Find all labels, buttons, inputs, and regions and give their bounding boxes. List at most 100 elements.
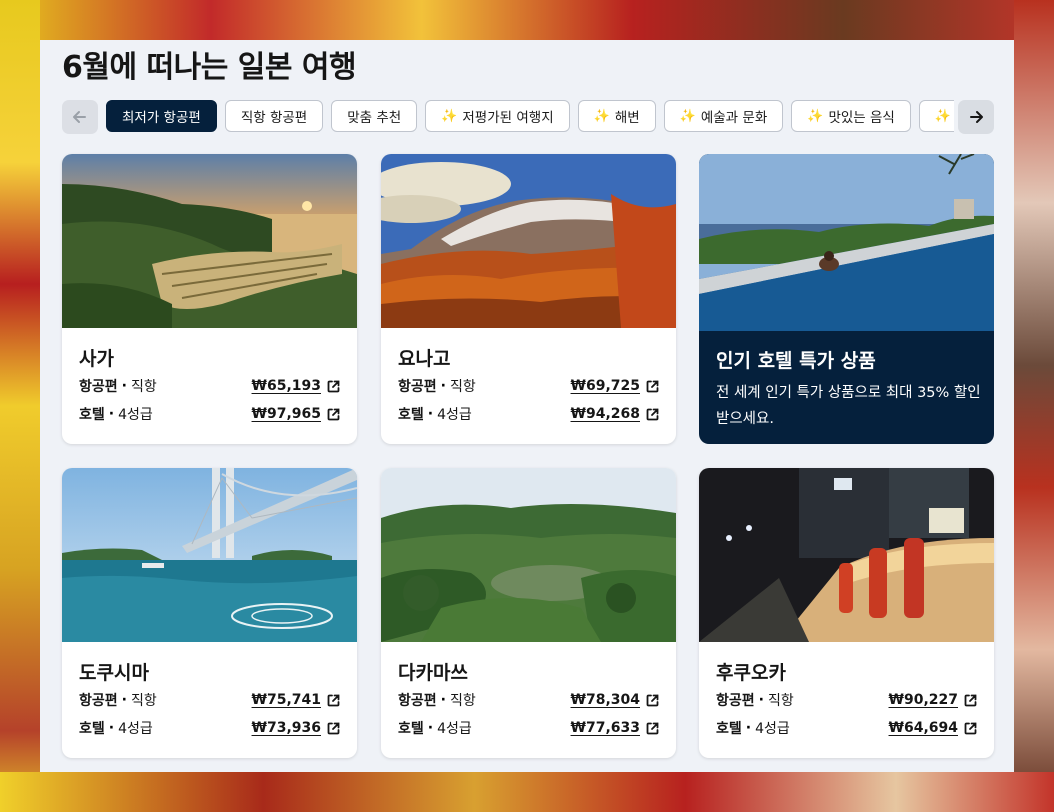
flight-price-link[interactable]: ₩75,741	[252, 692, 321, 708]
destination-image	[62, 468, 357, 642]
sparkle-icon: ✨	[807, 108, 824, 124]
filter-chip[interactable]: ✨ 해변	[577, 100, 656, 132]
external-link-icon[interactable]	[326, 721, 341, 736]
flight-row: 항공편 · 직항 ₩69,725	[398, 376, 660, 396]
filter-chip[interactable]: ✨ 맛있는 음식	[791, 100, 911, 132]
destination-name: 사가	[79, 348, 114, 370]
hotel-sub: 4성급	[755, 721, 790, 737]
destination-card-saga[interactable]: 사가 항공편 · 직항 ₩65,193 호텔 · 4성급 ₩97,965	[62, 154, 357, 444]
hotel-label: 호텔	[79, 721, 105, 737]
destination-name: 다카마쓰	[398, 662, 468, 684]
external-link-icon[interactable]	[645, 693, 660, 708]
filter-chip-label: 예술과 문화	[700, 110, 768, 126]
filter-chips: 최저가 항공편 직항 항공편 맞춤 추천 ✨ 저평가된 여행지 ✨ 해변 ✨ 예술과 문화 ✨ 맛있…	[106, 100, 954, 134]
sparkle-icon: ✨	[593, 108, 610, 124]
destination-image	[62, 154, 357, 328]
hotel-row: 호텔 · 4성급 ₩97,965	[79, 404, 341, 424]
flight-sub: 직항	[767, 693, 794, 709]
destination-card-tokushima[interactable]: 도쿠시마 항공편 · 직항 ₩75,741 호텔 · 4성급 ₩73,936	[62, 468, 357, 758]
destination-card-fukuoka[interactable]: 후쿠오카 항공편 · 직항 ₩90,227 호텔 · 4성급 ₩64,694	[699, 468, 994, 758]
separator-dot: ·	[440, 692, 446, 708]
separator-dot: ·	[108, 720, 115, 736]
page-title: 6월에 떠나는 일본 여행	[62, 50, 357, 85]
external-link-icon[interactable]	[645, 407, 660, 422]
hotel-label: 호텔	[398, 721, 424, 737]
destination-image	[381, 154, 676, 328]
external-link-icon[interactable]	[326, 407, 341, 422]
filter-chip-label: 맛있는 음식	[828, 110, 895, 126]
external-link-icon[interactable]	[963, 693, 978, 708]
filter-chip-label: 최저가 항공편	[122, 110, 201, 126]
separator-dot: ·	[440, 378, 446, 394]
destinations-panel: 6월에 떠나는 일본 여행 최저가 항공편 직항 항공편 맞춤 추천 ✨ 저평가된 여행…	[40, 40, 1014, 772]
filter-chip-label: 저평가된 여행지	[462, 110, 554, 126]
destination-card-takamatsu[interactable]: 다카마쓰 항공편 · 직항 ₩78,304 호텔 · 4성급 ₩77,633	[381, 468, 676, 758]
chips-next-button[interactable]	[958, 100, 994, 134]
flight-label: 항공편	[79, 693, 118, 709]
external-link-icon[interactable]	[326, 379, 341, 394]
hotel-sub: 4성급	[437, 407, 472, 423]
arrow-left-icon	[73, 111, 86, 123]
flight-label: 항공편	[716, 693, 755, 709]
destination-card-yonago[interactable]: 요나고 항공편 · 직항 ₩69,725 호텔 · 4성급 ₩94,268	[381, 154, 676, 444]
sparkle-icon: ✨	[679, 108, 696, 124]
flight-price-link[interactable]: ₩90,227	[889, 692, 958, 708]
flight-price-link[interactable]: ₩69,725	[571, 378, 640, 394]
sparkle-icon: ✨	[934, 108, 952, 124]
external-link-icon[interactable]	[645, 379, 660, 394]
separator-dot: ·	[758, 692, 764, 708]
hotel-row: 호텔 · 4성급 ₩73,936	[79, 718, 341, 738]
destination-image	[381, 468, 676, 642]
hotel-price-link[interactable]: ₩73,936	[252, 720, 321, 736]
background-photo-bottom	[0, 772, 1054, 812]
hotel-row: 호텔 · 4성급 ₩64,694	[716, 718, 978, 738]
promo-title: 인기 호텔 특가 상품	[716, 350, 876, 372]
separator-dot: ·	[108, 406, 115, 422]
hotel-row: 호텔 · 4성급 ₩77,633	[398, 718, 660, 738]
flight-sub: 직항	[130, 693, 157, 709]
filter-chip[interactable]: 최저가 항공편	[106, 100, 217, 132]
filter-chip[interactable]: 직항 항공편	[224, 100, 324, 132]
destination-image	[699, 468, 994, 642]
filter-chips-row: 최저가 항공편 직항 항공편 맞춤 추천 ✨ 저평가된 여행지 ✨ 해변 ✨ 예술과 문화 ✨ 맛있…	[62, 100, 994, 134]
hotel-label: 호텔	[79, 407, 105, 423]
destination-name: 요나고	[398, 348, 451, 370]
flight-sub: 직항	[130, 379, 157, 395]
arrow-right-icon	[970, 111, 983, 123]
filter-chip-label: 직항 항공편	[240, 110, 308, 126]
hotel-deals-promo-card[interactable]: 인기 호텔 특가 상품 전 세계 인기 특가 상품으로 최대 35% 할인받으세…	[699, 154, 994, 444]
hotel-price-link[interactable]: ₩64,694	[889, 720, 958, 736]
promo-image	[699, 154, 994, 331]
external-link-icon[interactable]	[326, 693, 341, 708]
background-photo-right	[1014, 0, 1054, 812]
filter-chip[interactable]: ✨ 저평가된 여행지	[425, 100, 570, 132]
flight-sub: 직항	[449, 693, 476, 709]
filter-chip[interactable]: ✨ 예술과 문화	[663, 100, 784, 132]
flight-label: 항공편	[398, 693, 437, 709]
filter-chip[interactable]: ✨야외 활동	[918, 100, 954, 132]
promo-description: 전 세계 인기 특가 상품으로 최대 35% 할인받으세요.	[716, 385, 981, 427]
hotel-price-link[interactable]: ₩77,633	[571, 720, 640, 736]
flight-price-link[interactable]: ₩65,193	[252, 378, 321, 394]
filter-chip[interactable]: 맞춤 추천	[331, 100, 418, 132]
flight-row: 항공편 · 직항 ₩90,227	[716, 690, 978, 710]
background-photo	[0, 0, 1054, 40]
hotel-sub: 4성급	[118, 407, 153, 423]
external-link-icon[interactable]	[645, 721, 660, 736]
background-photo-left	[0, 0, 40, 812]
hotel-label: 호텔	[398, 407, 424, 423]
hotel-label: 호텔	[716, 721, 742, 737]
hotel-price-link[interactable]: ₩97,965	[252, 406, 321, 422]
flight-price-link[interactable]: ₩78,304	[571, 692, 640, 708]
flight-sub: 직항	[449, 379, 476, 395]
chips-prev-button[interactable]	[62, 100, 98, 134]
hotel-price-link[interactable]: ₩94,268	[571, 406, 640, 422]
hotel-row: 호텔 · 4성급 ₩94,268	[398, 404, 660, 424]
flight-row: 항공편 · 직항 ₩75,741	[79, 690, 341, 710]
separator-dot: ·	[427, 406, 434, 422]
hotel-sub: 4성급	[437, 721, 472, 737]
external-link-icon[interactable]	[963, 721, 978, 736]
flight-row: 항공편 · 직항 ₩78,304	[398, 690, 660, 710]
flight-label: 항공편	[79, 379, 118, 395]
destination-name: 후쿠오카	[716, 662, 786, 684]
